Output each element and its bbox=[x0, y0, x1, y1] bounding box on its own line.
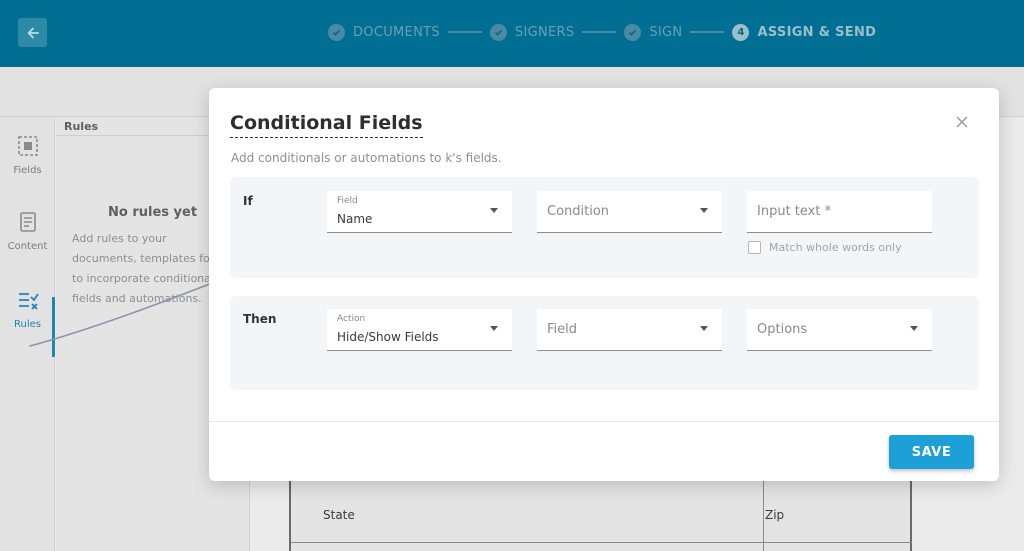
conditional-fields-dialog: Conditional Fields Add conditionals or a… bbox=[209, 88, 999, 481]
zip-label: Zip bbox=[765, 508, 785, 522]
if-label: If bbox=[243, 194, 253, 208]
input-text-field[interactable]: Input text * bbox=[747, 191, 932, 233]
field-placeholder: Field bbox=[547, 322, 578, 337]
match-whole-words-option[interactable]: Match whole words only bbox=[748, 241, 902, 254]
step-documents[interactable]: DOCUMENTS bbox=[328, 23, 440, 41]
step-label: SIGN bbox=[649, 24, 683, 40]
dialog-title: Conditional Fields bbox=[230, 112, 423, 138]
chevron-down-icon bbox=[490, 326, 498, 331]
step-connector bbox=[690, 31, 725, 33]
top-bar: DOCUMENTS SIGNERS SIGN 4 ASSIGN & SEND bbox=[0, 0, 1024, 67]
if-field-select[interactable]: Field Name bbox=[327, 191, 512, 233]
fields-icon bbox=[17, 136, 38, 156]
sidebar-rail: Fields Content Rules bbox=[0, 117, 55, 551]
table-divider bbox=[763, 472, 764, 551]
sidebar-item-label: Fields bbox=[13, 165, 42, 176]
step-number: 4 bbox=[732, 23, 750, 41]
chevron-down-icon bbox=[700, 326, 708, 331]
then-label: Then bbox=[243, 312, 277, 326]
match-whole-words-checkbox[interactable] bbox=[748, 241, 761, 254]
step-label: SIGNERS bbox=[514, 24, 575, 40]
sidebar-item-label: Content bbox=[7, 241, 48, 252]
sidebar-item-fields[interactable]: Fields bbox=[0, 135, 55, 176]
action-label: Action bbox=[337, 314, 366, 324]
document-page: State Zip bbox=[289, 470, 912, 551]
field-value: Name bbox=[337, 212, 373, 226]
chevron-down-icon bbox=[910, 326, 918, 331]
then-field-select[interactable]: Field bbox=[537, 309, 722, 351]
condition-select[interactable]: Condition bbox=[537, 191, 722, 233]
step-label: ASSIGN & SEND bbox=[757, 24, 877, 40]
rules-icon bbox=[18, 293, 39, 310]
action-select[interactable]: Action Hide/Show Fields bbox=[327, 309, 512, 351]
dialog-footer-divider bbox=[209, 421, 999, 422]
empty-state-title: No rules yet bbox=[108, 205, 198, 220]
content-icon bbox=[19, 212, 36, 232]
check-icon bbox=[624, 23, 642, 41]
options-placeholder: Options bbox=[757, 322, 808, 337]
action-value: Hide/Show Fields bbox=[337, 330, 439, 344]
close-icon bbox=[956, 116, 968, 128]
state-label: State bbox=[323, 508, 355, 522]
if-condition-box: If Field Name Condition Input text * Mat… bbox=[230, 177, 979, 278]
sidebar-item-label: Rules bbox=[14, 319, 41, 330]
sidebar-item-content[interactable]: Content bbox=[0, 211, 55, 252]
options-select[interactable]: Options bbox=[747, 309, 932, 351]
save-button[interactable]: SAVE bbox=[889, 435, 974, 469]
field-label: Field bbox=[337, 196, 358, 206]
back-button[interactable] bbox=[18, 18, 47, 47]
check-icon bbox=[489, 23, 507, 41]
step-connector bbox=[582, 31, 617, 33]
empty-state-description: Add rules to your documents, templates f… bbox=[72, 232, 231, 305]
match-whole-words-label: Match whole words only bbox=[769, 241, 902, 254]
then-action-box: Then Action Hide/Show Fields Field Optio… bbox=[230, 296, 979, 390]
active-indicator bbox=[52, 297, 55, 357]
step-sign[interactable]: SIGN bbox=[624, 23, 683, 41]
rules-panel-title: Rules bbox=[64, 120, 99, 133]
step-assign-send[interactable]: 4 ASSIGN & SEND bbox=[732, 23, 877, 41]
dialog-subtitle: Add conditionals or automations to k's f… bbox=[231, 151, 502, 165]
input-placeholder: Input text * bbox=[757, 204, 832, 219]
sidebar-item-rules[interactable]: Rules bbox=[0, 289, 55, 330]
close-button[interactable] bbox=[953, 115, 971, 133]
arrow-left-icon bbox=[27, 27, 39, 38]
progress-steps: DOCUMENTS SIGNERS SIGN 4 ASSIGN & SEND bbox=[328, 22, 876, 42]
chevron-down-icon bbox=[700, 208, 708, 213]
step-signers[interactable]: SIGNERS bbox=[489, 23, 575, 41]
step-connector bbox=[447, 31, 482, 33]
table-divider bbox=[291, 542, 912, 543]
check-icon bbox=[328, 23, 345, 41]
condition-placeholder: Condition bbox=[547, 204, 610, 219]
step-label: DOCUMENTS bbox=[353, 24, 440, 40]
chevron-down-icon bbox=[490, 208, 498, 213]
